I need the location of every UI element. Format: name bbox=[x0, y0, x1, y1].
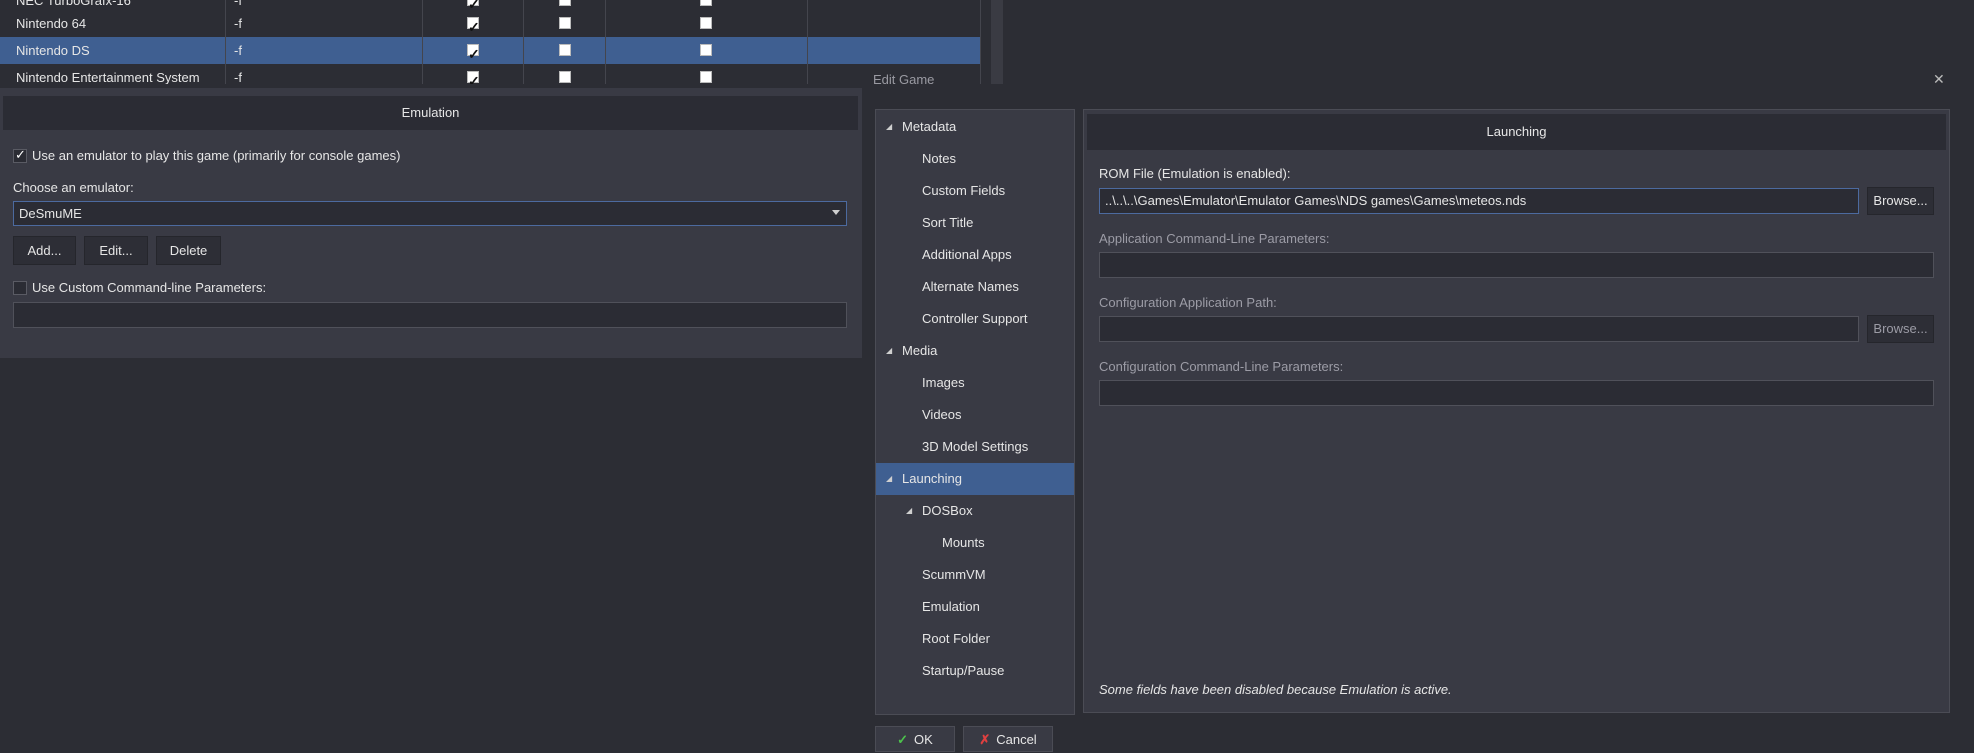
custom-params-input[interactable] bbox=[13, 302, 847, 328]
config-browse-button[interactable]: Browse... bbox=[1867, 315, 1934, 343]
row-checkbox[interactable] bbox=[700, 0, 712, 6]
edit-emulator-button[interactable]: Edit... bbox=[84, 236, 148, 265]
row-checkbox[interactable] bbox=[559, 17, 571, 29]
row-checkbox[interactable] bbox=[700, 71, 712, 83]
ok-label: OK bbox=[914, 732, 933, 747]
expand-arrow-icon[interactable]: ◢ bbox=[886, 111, 892, 143]
emulation-header: Emulation bbox=[3, 96, 858, 130]
dialog-title: Edit Game bbox=[873, 72, 935, 86]
tree-item-custom-fields[interactable]: Custom Fields bbox=[876, 175, 1074, 207]
row-checkbox[interactable] bbox=[700, 17, 712, 29]
config-path-input[interactable] bbox=[1099, 316, 1859, 342]
platform-param: -f bbox=[226, 10, 423, 37]
settings-tree: ◢ Metadata Notes Custom Fields Sort Titl… bbox=[875, 109, 1075, 715]
tree-item-root-folder[interactable]: Root Folder bbox=[876, 623, 1074, 655]
row-checkbox[interactable] bbox=[559, 0, 571, 6]
tree-item-startup-pause[interactable]: Startup/Pause bbox=[876, 655, 1074, 687]
tree-item-additional-apps[interactable]: Additional Apps bbox=[876, 239, 1074, 271]
emulator-select[interactable]: DeSmuME bbox=[13, 201, 847, 226]
tree-item-emulation[interactable]: Emulation bbox=[876, 591, 1074, 623]
table-row-selected[interactable]: Nintendo DS -f bbox=[0, 37, 981, 65]
rom-file-input[interactable]: ..\..\..\Games\Emulator\Emulator Games\N… bbox=[1099, 188, 1859, 214]
table-row[interactable]: Nintendo 64 -f bbox=[0, 10, 981, 38]
ok-button[interactable]: ✓ OK bbox=[875, 726, 955, 752]
custom-params-label: Use Custom Command-line Parameters: bbox=[32, 280, 267, 295]
platform-param: -f bbox=[226, 37, 423, 64]
tree-item-scummvm[interactable]: ScummVM bbox=[876, 559, 1074, 591]
platform-param: -f bbox=[226, 64, 423, 84]
config-path-label: Configuration Application Path: bbox=[1099, 295, 1277, 310]
chevron-down-icon bbox=[832, 210, 840, 215]
expand-arrow-icon[interactable]: ◢ bbox=[886, 335, 892, 367]
tree-item-mounts[interactable]: Mounts bbox=[876, 527, 1074, 559]
add-emulator-button[interactable]: Add... bbox=[13, 236, 76, 265]
cancel-label: Cancel bbox=[996, 732, 1037, 747]
tree-item-notes[interactable]: Notes bbox=[876, 143, 1074, 175]
tree-item-launching[interactable]: ◢ Launching bbox=[876, 463, 1074, 495]
emulation-panel: Emulation Use an emulator to play this g… bbox=[0, 88, 862, 358]
emulator-select-value: DeSmuME bbox=[19, 206, 82, 221]
row-checkbox[interactable] bbox=[559, 44, 571, 56]
config-params-input[interactable] bbox=[1099, 380, 1934, 406]
rom-browse-button[interactable]: Browse... bbox=[1867, 187, 1934, 215]
launching-panel: Launching ROM File (Emulation is enabled… bbox=[1083, 109, 1950, 713]
row-checkbox[interactable] bbox=[700, 44, 712, 56]
delete-emulator-button[interactable]: Delete bbox=[156, 236, 221, 265]
custom-params-checkbox[interactable] bbox=[13, 281, 27, 295]
tree-item-media[interactable]: ◢ Media bbox=[876, 335, 1074, 367]
tree-item-alternate-names[interactable]: Alternate Names bbox=[876, 271, 1074, 303]
platform-name: Nintendo DS bbox=[0, 37, 226, 64]
tree-item-dosbox[interactable]: ◢ DOSBox bbox=[876, 495, 1074, 527]
platform-name: Nintendo 64 bbox=[0, 10, 226, 37]
expand-arrow-icon[interactable]: ◢ bbox=[886, 463, 892, 495]
app-params-input[interactable] bbox=[1099, 252, 1934, 278]
cancel-button[interactable]: ✗ Cancel bbox=[963, 726, 1053, 752]
app-params-label: Application Command-Line Parameters: bbox=[1099, 231, 1330, 246]
platform-name: Nintendo Entertainment System bbox=[0, 64, 226, 84]
tree-item-metadata[interactable]: ◢ Metadata bbox=[876, 111, 1074, 143]
use-emulator-label: Use an emulator to play this game (prima… bbox=[32, 148, 401, 163]
row-checkbox[interactable] bbox=[467, 68, 480, 84]
close-icon[interactable]: ✕ bbox=[1933, 72, 1947, 86]
tree-item-videos[interactable]: Videos bbox=[876, 399, 1074, 431]
launching-header: Launching bbox=[1087, 114, 1946, 150]
row-checkbox[interactable] bbox=[467, 0, 480, 14]
tree-item-controller-support[interactable]: Controller Support bbox=[876, 303, 1074, 335]
choose-emulator-label: Choose an emulator: bbox=[13, 180, 134, 195]
expand-arrow-icon[interactable]: ◢ bbox=[906, 495, 912, 527]
use-emulator-checkbox[interactable] bbox=[13, 147, 27, 163]
tree-item-3d-model-settings[interactable]: 3D Model Settings bbox=[876, 431, 1074, 463]
checkmark-icon: ✓ bbox=[897, 732, 909, 747]
row-checkbox[interactable] bbox=[559, 71, 571, 83]
tree-item-images[interactable]: Images bbox=[876, 367, 1074, 399]
row-checkbox[interactable] bbox=[467, 41, 480, 64]
tree-item-sort-title[interactable]: Sort Title bbox=[876, 207, 1074, 239]
config-params-label: Configuration Command-Line Parameters: bbox=[1099, 359, 1344, 374]
table-row[interactable]: Nintendo Entertainment System -f bbox=[0, 64, 981, 84]
rom-file-label: ROM File (Emulation is enabled): bbox=[1099, 166, 1291, 181]
platform-table: NEC TurboGrafx-16 -f Nintendo 64 -f Nint… bbox=[0, 0, 1003, 84]
disabled-fields-note: Some fields have been disabled because E… bbox=[1099, 682, 1452, 697]
x-icon: ✗ bbox=[979, 732, 991, 747]
row-checkbox[interactable] bbox=[467, 14, 480, 37]
